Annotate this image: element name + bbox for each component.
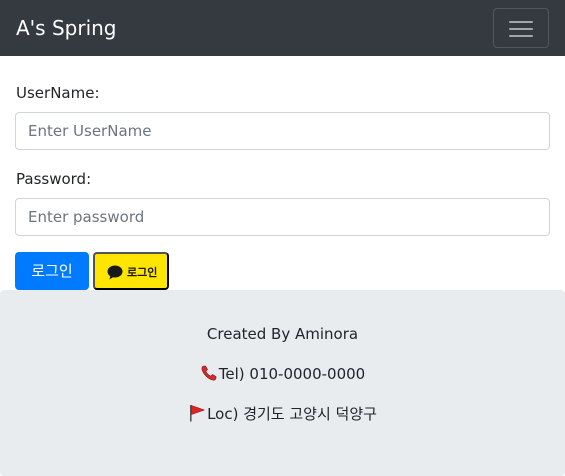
username-input[interactable] [15, 112, 550, 150]
navbar-toggler-button[interactable] [493, 8, 549, 48]
telephone-icon [201, 365, 217, 381]
footer: Created By Aminora Tel) 010-0000-0000 Lo… [0, 290, 565, 476]
brand-link[interactable]: A's Spring [16, 14, 117, 42]
red-flag-icon [190, 405, 206, 422]
kakao-login-label: 로그인 [127, 266, 158, 279]
location-text: Loc) 경기도 고양시 덕양구 [207, 405, 377, 423]
hamburger-icon [509, 18, 533, 38]
login-button[interactable]: 로그인 [15, 252, 89, 290]
speech-bubble-icon [107, 265, 123, 280]
footer-tel: Tel) 010-0000-0000 [0, 364, 565, 384]
kakao-login-button[interactable]: 로그인 [93, 252, 169, 290]
footer-location: Loc) 경기도 고양시 덕양구 [0, 404, 565, 424]
navbar: A's Spring [0, 0, 565, 56]
password-input[interactable] [15, 198, 550, 236]
username-label: UserName: [16, 84, 100, 102]
password-label: Password: [16, 170, 92, 188]
tel-text: Tel) 010-0000-0000 [218, 365, 366, 383]
footer-credit: Created By Aminora [206, 325, 359, 343]
